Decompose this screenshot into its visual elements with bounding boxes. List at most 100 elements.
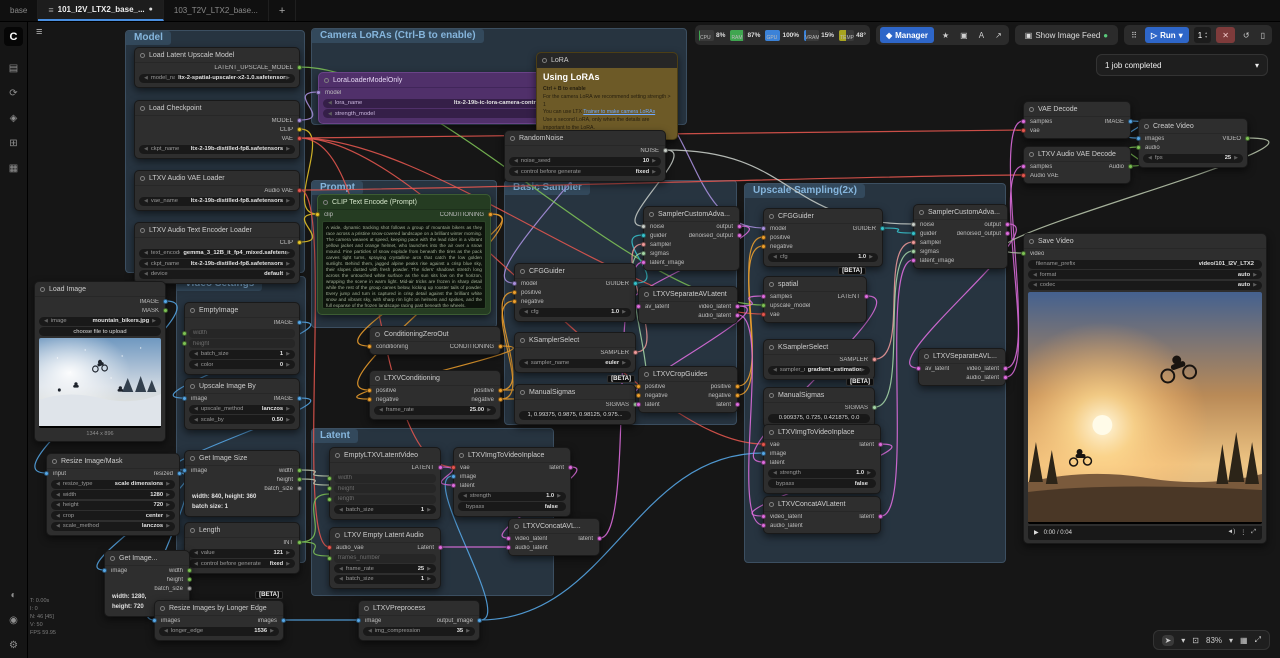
widget-left-arrow-icon[interactable]: ◀ [56, 513, 60, 519]
widget-batch-size[interactable]: ◀batch_size1▶ [334, 505, 436, 514]
output-slot-icon[interactable] [1245, 136, 1250, 141]
node-title[interactable]: EmptyImage [185, 303, 299, 318]
input-slot-icon[interactable] [761, 460, 766, 465]
widget-right-arrow-icon[interactable]: ▶ [1234, 155, 1238, 161]
input-slot-icon[interactable] [761, 523, 766, 528]
widget-left-arrow-icon[interactable]: ◀ [339, 566, 343, 572]
widget-left-arrow-icon[interactable]: ◀ [463, 493, 467, 499]
node-emptyimage[interactable]: EmptyImageIMAGEwidthheight◀batch_size1▶◀… [184, 302, 300, 375]
widget-left-arrow-icon[interactable]: ◀ [194, 406, 198, 412]
fit-view-icon[interactable]: ⊡ [1192, 636, 1199, 645]
node-ltxvcropguides[interactable]: LTXVCropGuidespositivepositivenegativene… [638, 366, 738, 413]
node-ltxvpreprocess[interactable]: LTXVPreprocessimageoutput_image◀img_comp… [358, 600, 480, 641]
widget-right-arrow-icon[interactable]: ▶ [861, 367, 865, 373]
minimap-icon[interactable]: ▦ [1240, 636, 1248, 645]
widget-right-arrow-icon[interactable]: ▶ [867, 470, 871, 476]
widget-device[interactable]: ◀devicedefault▶ [139, 270, 295, 279]
input-slot-icon[interactable] [182, 341, 187, 346]
widget-ckpt-name[interactable]: ◀ckpt_nameltx-2-19b-distilled-fp8.safete… [139, 259, 295, 268]
widget-left-arrow-icon[interactable]: ◀ [194, 417, 198, 423]
input-slot-icon[interactable] [641, 260, 646, 265]
widget-fps[interactable]: ◀fps25▶ [1143, 154, 1243, 163]
widget-right-arrow-icon[interactable]: ▶ [622, 309, 626, 315]
widget-left-arrow-icon[interactable]: ◀ [368, 628, 372, 634]
input-slot-icon[interactable] [636, 384, 641, 389]
output-slot-icon[interactable] [872, 405, 877, 410]
input-slot-icon[interactable] [761, 442, 766, 447]
widget-left-arrow-icon[interactable]: ◀ [164, 628, 168, 634]
input-slot-icon[interactable] [761, 226, 766, 231]
node-cfgguider[interactable]: CFGGuidermodelGUIDERpositivenegative◀cfg… [763, 208, 883, 267]
widget-value[interactable]: ◀value121▶ [189, 549, 295, 558]
count-down-icon[interactable]: ▾ [1205, 35, 1207, 39]
grid-icon[interactable]: ▣ [957, 27, 971, 43]
node-samplercustomadva[interactable]: SamplerCustomAdva...noiseoutputguiderden… [913, 204, 1008, 269]
output-slot-icon[interactable] [477, 618, 482, 623]
collapse-dot-icon[interactable] [323, 200, 328, 205]
output-slot-icon[interactable] [1005, 231, 1010, 236]
input-slot-icon[interactable] [761, 312, 766, 317]
node-ksamplerselect[interactable]: KSamplerSelectSAMPLER◀sampler_ngradient_… [763, 339, 875, 380]
output-slot-icon[interactable] [735, 402, 740, 407]
collapse-dot-icon[interactable] [514, 524, 519, 529]
upload-button[interactable]: choose file to upload [39, 327, 161, 336]
queue-status-popup[interactable]: 1 job completed ▾ [1096, 54, 1268, 76]
templates-icon[interactable]: ⊞ [9, 138, 17, 149]
input-slot-icon[interactable] [356, 618, 361, 623]
widget-right-arrow-icon[interactable]: ▶ [466, 628, 470, 634]
node-ksamplerselect[interactable]: KSamplerSelectSAMPLER◀sampler_nameeuler▶ [514, 332, 636, 373]
show-image-feed-button[interactable]: ▣ Show Image Feed ● [1019, 27, 1114, 43]
input-slot-icon[interactable] [512, 290, 517, 295]
widget-right-arrow-icon[interactable]: ▶ [557, 493, 561, 499]
node-ltxvconcatavlatent[interactable]: LTXVConcatAVLatentvideo_latentlatentaudi… [763, 496, 881, 534]
input-slot-icon[interactable] [506, 536, 511, 541]
widget-right-arrow-icon[interactable]: ▶ [1253, 282, 1257, 288]
widget-left-arrow-icon[interactable]: ◀ [773, 367, 777, 373]
node-title[interactable]: LTXVConditioning [370, 371, 500, 386]
widget-right-arrow-icon[interactable]: ▶ [652, 169, 656, 175]
input-slot-icon[interactable] [761, 235, 766, 240]
widget-left-arrow-icon[interactable]: ◀ [56, 481, 60, 487]
output-slot-icon[interactable] [663, 148, 668, 153]
input-slot-icon[interactable] [636, 402, 641, 407]
node-title[interactable]: SamplerCustomAdva... [914, 205, 1007, 220]
node-load-checkpoint[interactable]: Load CheckpointMODELCLIPVAE◀ckpt_nameltx… [134, 100, 300, 159]
widget-left-arrow-icon[interactable]: ◀ [524, 360, 528, 366]
output-slot-icon[interactable] [163, 299, 168, 304]
theme-icon[interactable]: ◐ [10, 590, 16, 601]
input-slot-icon[interactable] [315, 212, 320, 217]
video-play-icon[interactable]: ▶ [1034, 529, 1039, 536]
settings-gear-icon[interactable]: ⚙ [9, 640, 18, 651]
input-slot-icon[interactable] [641, 233, 646, 238]
collapse-dot-icon[interactable] [335, 533, 340, 538]
output-slot-icon[interactable] [297, 486, 302, 491]
fullscreen-icon[interactable]: ⤢ [1255, 635, 1261, 645]
manager-button[interactable]: ◆ Manager [880, 27, 934, 43]
widget-strength[interactable]: ◀strength1.0▶ [768, 469, 876, 478]
widget-right-arrow-icon[interactable]: ▶ [286, 417, 290, 423]
zoom-chevron-icon[interactable]: ▾ [1229, 636, 1233, 645]
node-graph-canvas[interactable]: ModelCamera LoRAs (Ctrl-B to enable)Prom… [0, 0, 1280, 658]
widget-left-arrow-icon[interactable]: ◀ [194, 351, 198, 357]
collapse-dot-icon[interactable] [459, 453, 464, 458]
output-slot-icon[interactable] [864, 294, 869, 299]
widget-left-arrow-icon[interactable]: ◀ [379, 407, 383, 413]
input-slot-icon[interactable] [761, 294, 766, 299]
widget-right-arrow-icon[interactable]: ▶ [166, 492, 170, 498]
widget-scale-method[interactable]: ◀scale_methodlanczos▶ [51, 522, 175, 531]
node-upscale-image-by[interactable]: Upscale Image ByimageIMAGE◀upscale_metho… [184, 378, 300, 430]
node-title[interactable]: LTXVConcatAVL... [509, 519, 599, 534]
widget-sampler-n[interactable]: ◀sampler_ngradient_estimation▶ [768, 366, 870, 375]
widget-left-arrow-icon[interactable]: ◀ [194, 362, 198, 368]
widget-left-arrow-icon[interactable]: ◀ [194, 561, 198, 567]
node-ltxvimgtovideoinplace[interactable]: LTXVImgToVideoInplacevaelatentimagelaten… [453, 447, 571, 517]
input-slot-icon[interactable] [761, 451, 766, 456]
collapse-dot-icon[interactable] [375, 332, 380, 337]
node-title[interactable]: LTXV Audio VAE Loader [135, 171, 299, 186]
widget-left-arrow-icon[interactable]: ◀ [56, 523, 60, 529]
grip-icon[interactable]: ⠿ [1128, 27, 1140, 43]
input-slot-icon[interactable] [761, 244, 766, 249]
collapse-dot-icon[interactable] [375, 376, 380, 381]
widget-left-arrow-icon[interactable]: ◀ [773, 254, 777, 260]
input-slot-icon[interactable] [451, 474, 456, 479]
